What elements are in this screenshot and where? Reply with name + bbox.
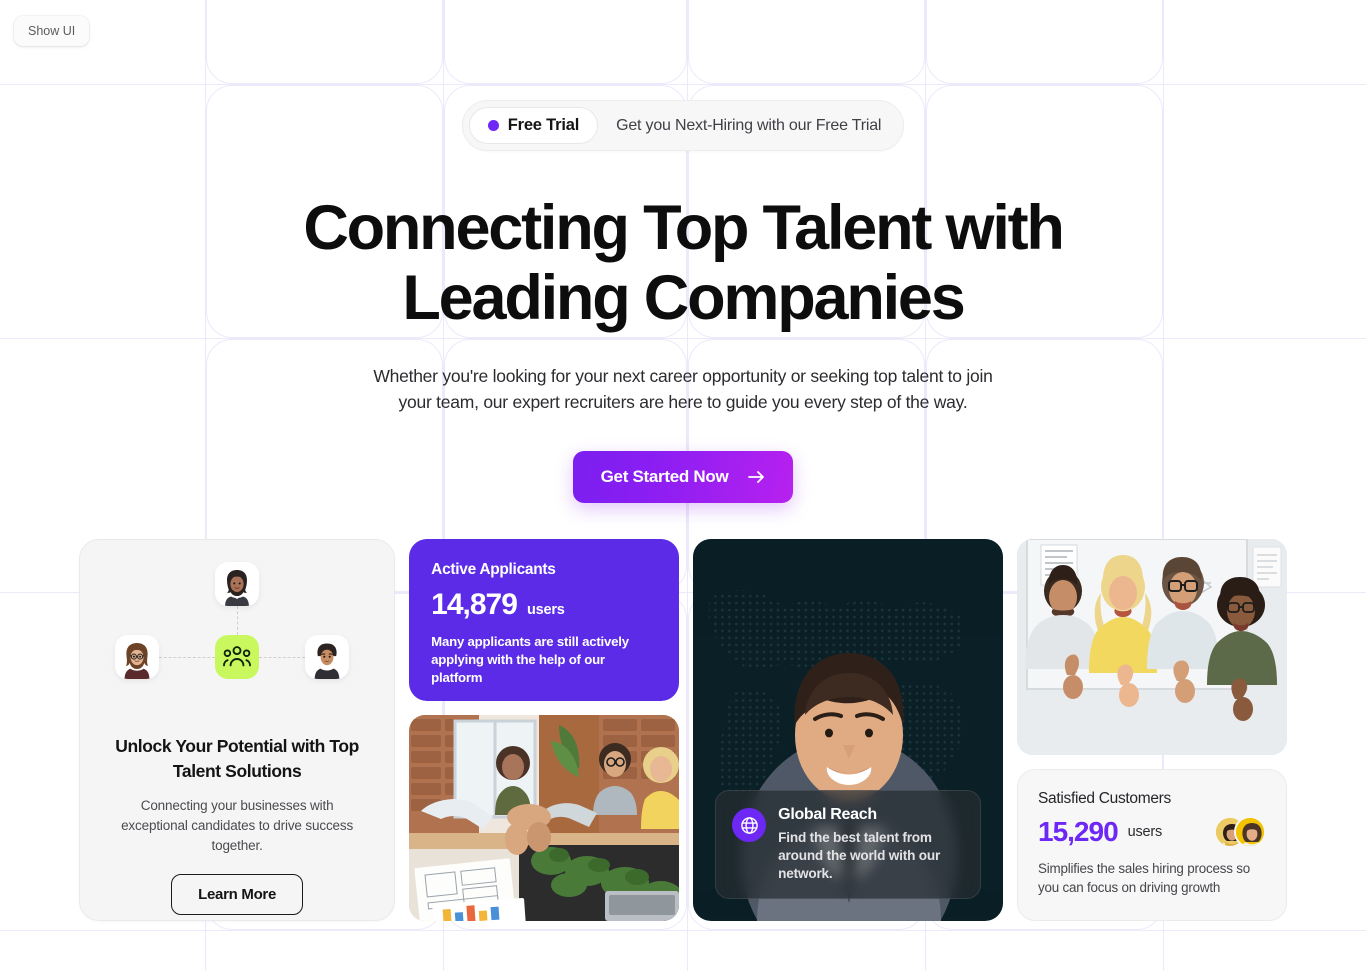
avatar-node-left[interactable] (115, 635, 160, 679)
free-trial-pill: Free Trial (468, 107, 599, 144)
users-group-icon (223, 646, 252, 667)
hero-section: Free Trial Get you Next-Hiring with our … (0, 0, 1366, 503)
avatar-node-right[interactable] (305, 635, 350, 679)
talent-card-description: Connecting your businesses with exceptio… (121, 798, 354, 853)
satisfied-customers-stat: 15,290 users (1038, 816, 1266, 848)
active-applicants-description: Many applicants are still actively apply… (431, 634, 629, 685)
connector-line-left (159, 657, 216, 658)
page-title: Connecting Top Talent with Leading Compa… (0, 193, 1366, 333)
satisfied-customers-card: Satisfied Customers 15,290 users Simplif… (1017, 769, 1287, 921)
customer-avatar-group (1214, 816, 1266, 848)
connector-line-top (237, 606, 239, 635)
avatar-man-icon (305, 635, 350, 679)
team-photo-illustration (1017, 539, 1287, 755)
global-reach-description: Find the best talent from around the wor… (778, 830, 941, 881)
global-reach-overlay: Global Reach Find the best talent from a… (715, 790, 981, 899)
global-reach-text: Global Reach Find the best talent from a… (778, 806, 964, 883)
feature-cards-row: Unlock Your Potential with Top Talent So… (79, 539, 1287, 921)
customers-column: Satisfied Customers 15,290 users Simplif… (1017, 539, 1287, 921)
talent-solutions-card: Unlock Your Potential with Top Talent So… (79, 539, 396, 921)
globe-icon-badge (732, 808, 767, 842)
free-trial-note: Get you Next-Hiring with our Free Trial (616, 116, 882, 134)
avatar-woman-2-icon (1236, 818, 1264, 846)
avatar-node-top[interactable] (215, 562, 260, 606)
get-started-label: Get Started Now (600, 467, 729, 486)
active-applicants-value: 14,879 (431, 588, 518, 621)
title-line-2: Leading Companies (402, 263, 965, 333)
globe-icon (740, 816, 758, 834)
active-applicants-card: Active Applicants 14,879 users Many appl… (409, 539, 680, 701)
free-trial-badge[interactable]: Free Trial Get you Next-Hiring with our … (461, 100, 905, 151)
office-photo-illustration (409, 715, 680, 921)
active-applicants-label: Active Applicants (431, 561, 556, 578)
learn-more-button[interactable]: Learn More (171, 874, 304, 915)
avatar (1234, 816, 1266, 848)
global-reach-title: Global Reach (778, 806, 877, 823)
group-node-center[interactable] (215, 635, 260, 679)
subtitle-line-1: Whether you're looking for your next car… (373, 366, 993, 386)
office-team-photo (409, 715, 680, 921)
team-thumbs-up-photo (1017, 539, 1287, 755)
show-ui-button[interactable]: Show UI (14, 16, 90, 46)
satisfied-customers-description: Simplifies the sales hiring process so y… (1038, 861, 1250, 895)
talent-card-title: Unlock Your Potential with Top Talent So… (115, 736, 359, 781)
satisfied-customers-unit: users (1127, 824, 1163, 840)
avatar-woman-glasses-icon (115, 635, 160, 679)
subtitle-line-2: your team, our expert recruiters are her… (398, 392, 968, 412)
network-diagram (112, 562, 362, 712)
hero-subtitle: Whether you're looking for your next car… (0, 363, 1366, 415)
satisfied-customers-label: Satisfied Customers (1038, 790, 1171, 807)
active-applicants-unit: users (526, 602, 565, 618)
avatar-woman-dark-hair-icon (215, 562, 260, 606)
get-started-button[interactable]: Get Started Now (572, 451, 794, 503)
satisfied-customers-value: 15,290 (1038, 816, 1119, 847)
arrow-right-icon (748, 470, 765, 484)
dot-icon (487, 120, 499, 131)
active-applicants-stat: 14,879 users (431, 588, 657, 622)
connector-line-right (259, 657, 306, 658)
grid-line-horizontal (0, 930, 1366, 931)
title-line-1: Connecting Top Talent with (303, 193, 1065, 263)
applicants-column: Active Applicants 14,879 users Many appl… (409, 539, 680, 921)
free-trial-label: Free Trial (507, 116, 580, 134)
global-reach-card: Global Reach Find the best talent from a… (693, 539, 1003, 921)
